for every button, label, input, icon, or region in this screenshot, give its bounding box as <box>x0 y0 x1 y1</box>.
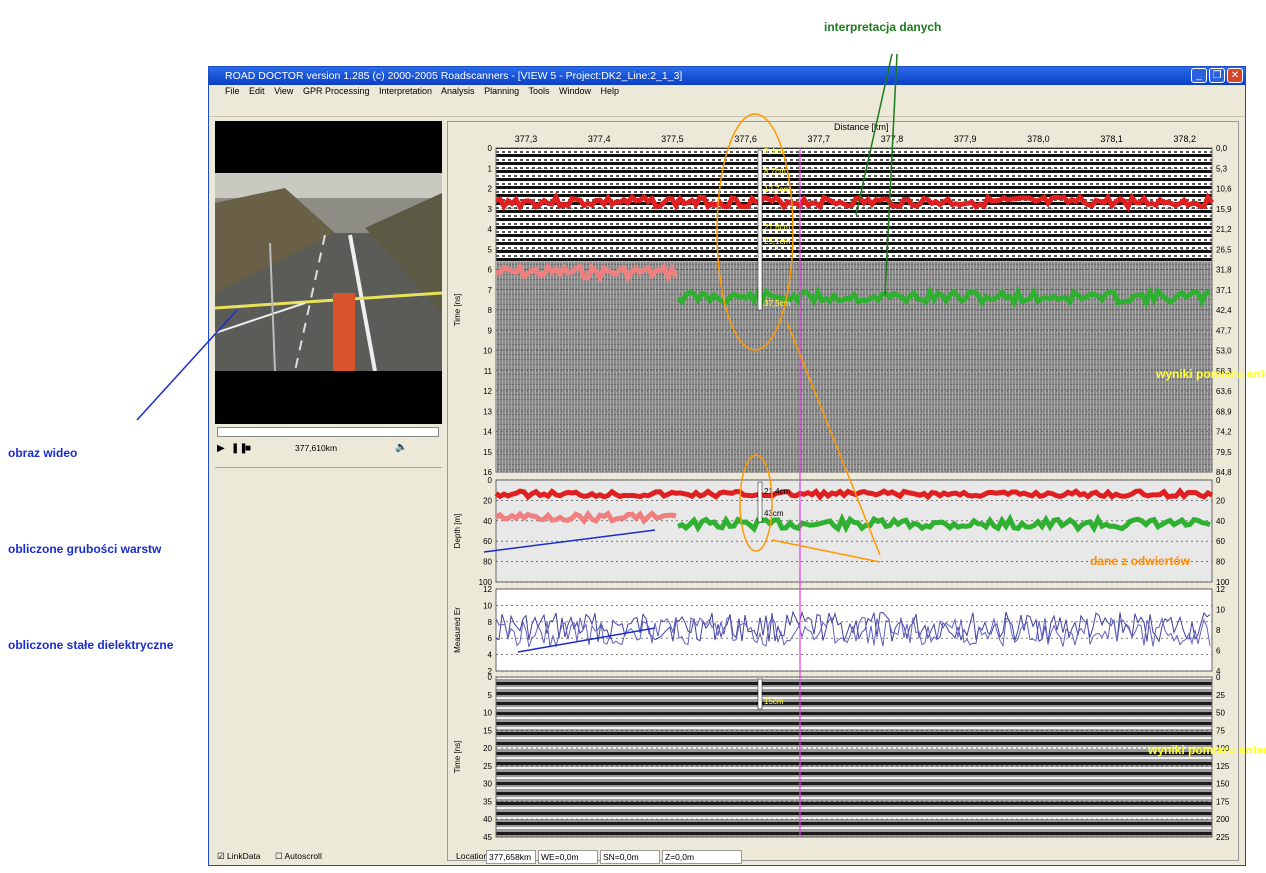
arrow-dielectric <box>517 627 656 653</box>
core-ellipse-lower <box>739 454 773 552</box>
core-ellipse-upper <box>716 113 794 351</box>
arrow-interp-2 <box>884 53 898 296</box>
arrow-interp-1 <box>855 53 893 216</box>
arrow-core-2 <box>771 539 881 563</box>
arrow-thickness <box>483 529 656 553</box>
arrow-core-1 <box>786 321 881 556</box>
arrow-video <box>136 309 238 421</box>
annotation-arrows <box>136 53 898 653</box>
